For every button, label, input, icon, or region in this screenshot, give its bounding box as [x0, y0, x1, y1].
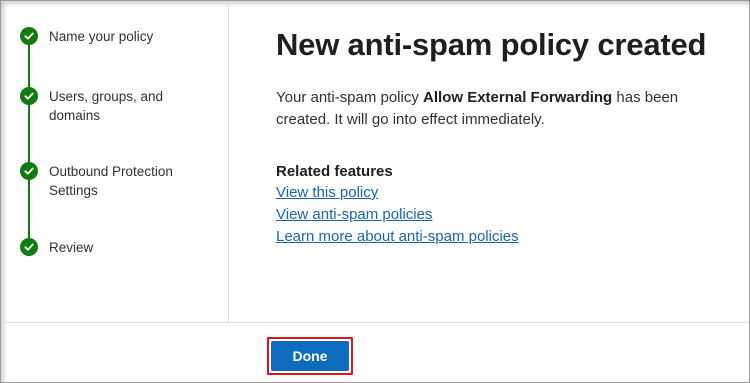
check-circle-icon	[20, 87, 38, 105]
view-anti-spam-policies-link[interactable]: View anti-spam policies	[276, 204, 736, 226]
confirmation-content: New anti-spam policy created Your anti-s…	[276, 25, 736, 248]
check-circle-icon	[20, 238, 38, 256]
confirmation-message: Your anti-spam policy Allow External For…	[276, 87, 726, 131]
step-label: Outbound Protection Settings	[49, 164, 173, 198]
policy-name: Allow External Forwarding	[423, 89, 613, 106]
done-button[interactable]: Done	[271, 341, 349, 371]
footer-divider	[2, 322, 749, 323]
step-label: Review	[49, 240, 94, 255]
step-connector	[28, 105, 30, 162]
related-features: Related features View this policy View a…	[276, 161, 736, 248]
step-connector	[28, 45, 30, 87]
related-features-heading: Related features	[276, 163, 393, 180]
step-label: Name your policy	[49, 29, 154, 44]
view-this-policy-link[interactable]: View this policy	[276, 182, 736, 204]
learn-more-anti-spam-link[interactable]: Learn more about anti-spam policies	[276, 226, 736, 248]
wizard-panel: Name your policy Users, groups, and doma…	[0, 0, 750, 383]
wizard-steps-pane: Name your policy Users, groups, and doma…	[2, 2, 229, 322]
check-circle-icon	[20, 162, 38, 180]
check-circle-icon	[20, 27, 38, 45]
page-title: New anti-spam policy created	[276, 27, 707, 62]
step-label: Users, groups, and domains	[49, 89, 164, 123]
message-prefix: Your anti-spam policy	[276, 89, 424, 106]
step-connector	[28, 180, 30, 238]
